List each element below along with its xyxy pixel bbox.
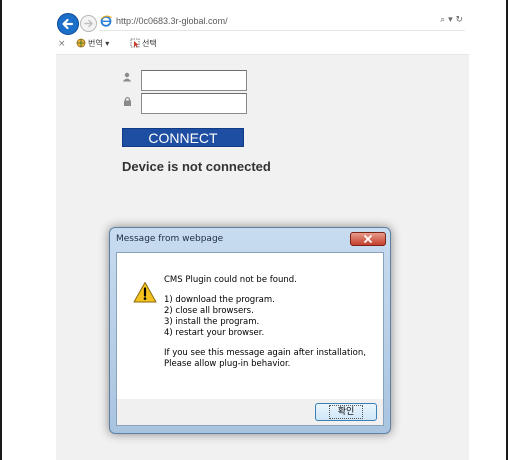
browser-window: http://0c0683.3r-global.com/ ⌕ ▾ ↻ × 번역 …: [56, 8, 469, 460]
translate-icon: [76, 38, 86, 48]
navigation-bar: http://0c0683.3r-global.com/ ⌕ ▾ ↻: [56, 8, 469, 36]
ok-label: 확인: [328, 405, 364, 419]
connect-button[interactable]: CONNECT: [122, 128, 244, 147]
translate-button[interactable]: 번역 ▾: [76, 38, 109, 49]
connection-status: Device is not connected: [122, 159, 271, 174]
forward-button[interactable]: [80, 15, 97, 32]
dialog-message: CMS Plugin could not be found. 1) downlo…: [164, 275, 366, 370]
back-button[interactable]: [57, 13, 79, 35]
select-button[interactable]: 선택: [130, 38, 157, 49]
message-line: 2) close all browsers.: [164, 306, 254, 316]
message-line: 4) restart your browser.: [164, 328, 265, 338]
password-input[interactable]: [141, 93, 247, 114]
message-line: 1) download the program.: [164, 295, 275, 305]
username-input[interactable]: [141, 70, 247, 91]
select-label: 선택: [142, 39, 157, 48]
left-border: [0, 0, 2, 460]
address-bar[interactable]: http://0c0683.3r-global.com/ ⌕ ▾ ↻: [99, 14, 465, 31]
message-line: If you see this message again after inst…: [164, 348, 366, 358]
translate-label: 번역 ▾: [88, 39, 110, 48]
dialog-button-bar: 확인: [117, 399, 383, 425]
dialog-title: Message from webpage: [116, 234, 224, 244]
back-arrow-icon: [62, 18, 74, 30]
message-line: Please allow plug-in behavior.: [164, 359, 291, 369]
command-bar: × 번역 ▾ 선택: [56, 36, 469, 55]
warning-icon: [133, 282, 157, 303]
ie-icon: [100, 15, 112, 27]
select-icon: [130, 38, 140, 48]
message-line: CMS Plugin could not be found.: [164, 275, 297, 285]
lock-icon: [124, 96, 131, 106]
dialog-body: CMS Plugin could not be found. 1) downlo…: [116, 252, 384, 426]
ok-button[interactable]: 확인: [315, 403, 377, 421]
close-icon: [364, 235, 372, 243]
user-icon: [122, 72, 132, 82]
dialog-close-button[interactable]: [350, 232, 386, 246]
forward-arrow-icon: [84, 19, 93, 28]
right-border: [506, 0, 508, 460]
search-dropdown-refresh[interactable]: ⌕ ▾ ↻: [440, 15, 463, 25]
message-line: 3) install the program.: [164, 317, 260, 327]
message-dialog: Message from webpage CMS Plugin could no…: [109, 227, 391, 434]
close-toolbar-icon[interactable]: ×: [58, 39, 66, 49]
url-text[interactable]: http://0c0683.3r-global.com/: [116, 16, 228, 26]
